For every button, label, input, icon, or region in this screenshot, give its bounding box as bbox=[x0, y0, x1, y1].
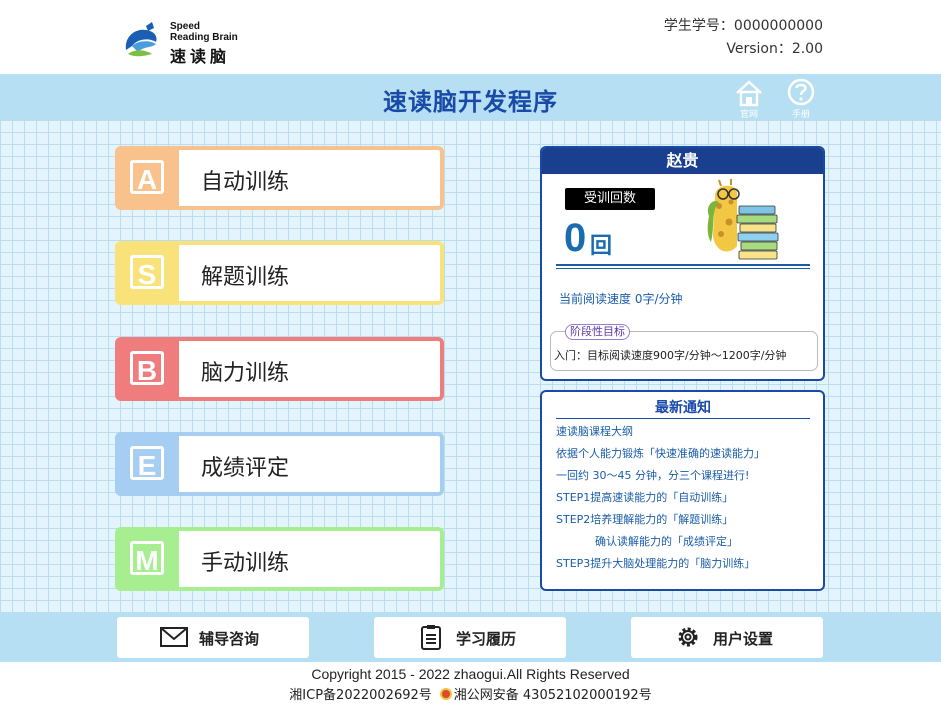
menu-separator bbox=[175, 531, 179, 587]
letter-e-icon: E bbox=[130, 446, 164, 481]
menu-label: 自动训练 bbox=[201, 170, 290, 195]
gear-icon bbox=[678, 627, 698, 647]
help-icon bbox=[787, 78, 815, 106]
mail-icon bbox=[160, 627, 188, 647]
letter-m-icon: M bbox=[130, 541, 164, 576]
logo-english-text: Speed Reading Brain bbox=[170, 21, 238, 43]
clipboard-icon bbox=[421, 625, 441, 650]
consult-label: 辅导咨询 bbox=[199, 630, 260, 648]
news-item[interactable]: 确认读解能力的「成绩评定」 bbox=[595, 533, 738, 549]
user-settings-button[interactable]: 用户设置 bbox=[631, 617, 823, 658]
menu-label: 成绩评定 bbox=[201, 456, 290, 481]
copyright-text: Copyright 2015 - 2022 zhaogui.All Rights… bbox=[311, 666, 630, 682]
letter-m-box: M bbox=[119, 531, 175, 587]
student-name: 赵贵 bbox=[542, 148, 823, 174]
icp-link[interactable]: 湘ICP备2022002692号 bbox=[289, 688, 431, 703]
help-caption: 手册 bbox=[791, 110, 810, 120]
giraffe-with-books-icon bbox=[707, 179, 779, 260]
training-count-unit: 回 bbox=[590, 234, 613, 259]
letter-b-icon: B bbox=[130, 351, 164, 386]
footer-registration: 湘ICP备2022002692号 湘公网安备 43052102000192号 bbox=[0, 684, 941, 703]
news-item[interactable]: 速读脑课程大纲 bbox=[556, 423, 633, 439]
official-site-button[interactable]: 官网 bbox=[729, 77, 769, 120]
problem-solving-training-button[interactable]: S 解题训练 bbox=[115, 241, 444, 305]
student-id: 学生学号：0000000000 bbox=[663, 18, 823, 34]
letter-e-box: E bbox=[119, 436, 175, 492]
menu-label: 脑力训练 bbox=[201, 361, 290, 386]
letter-b-box: B bbox=[119, 341, 175, 397]
bottom-toolbar: 辅导咨询 学习履历 用户设置 bbox=[0, 612, 941, 662]
profile-card: 赵贵 受训回数 0 回 当前阅读速度 0字/分钟 阶段性目标 入门：目标阅读速度… bbox=[540, 146, 825, 381]
police-badge-icon bbox=[439, 688, 452, 700]
brain-training-button[interactable]: B 脑力训练 bbox=[115, 337, 444, 401]
auto-training-button[interactable]: A 自动训练 bbox=[115, 146, 444, 210]
training-count-value: 0 bbox=[564, 216, 587, 260]
menu-label: 手动训练 bbox=[201, 551, 290, 576]
version-label: Version：2.00 bbox=[726, 41, 823, 57]
news-item[interactable]: STEP1提高速读能力的「自动训练」 bbox=[556, 489, 733, 505]
stage-goal-tag: 阶段性目标 bbox=[565, 324, 630, 340]
consult-button[interactable]: 辅导咨询 bbox=[117, 617, 309, 658]
learning-history-button[interactable]: 学习履历 bbox=[374, 617, 566, 658]
home-caption: 官网 bbox=[739, 110, 758, 120]
letter-a-box: A bbox=[119, 150, 175, 206]
top-header: Speed Reading Brain 速读脑 学生学号：0000000000 … bbox=[0, 0, 941, 74]
score-evaluation-button[interactable]: E 成绩评定 bbox=[115, 432, 444, 496]
letter-a-icon: A bbox=[130, 160, 164, 195]
menu-separator bbox=[175, 341, 179, 397]
police-record-link[interactable]: 湘公网安备 43052102000192号 bbox=[454, 688, 652, 703]
news-item[interactable]: STEP3提升大脑处理能力的「脑力训练」 bbox=[556, 555, 755, 571]
news-item[interactable]: 一回约 30～45 分钟，分三个课程进行! bbox=[556, 467, 749, 483]
divider bbox=[556, 264, 810, 269]
manual-button[interactable]: 手册 bbox=[781, 77, 821, 120]
news-title: 最新通知 bbox=[556, 397, 810, 419]
user-settings-label: 用户设置 bbox=[713, 630, 774, 648]
stage-goal-text: 入门：目标阅读速度900字/分钟～1200字/分钟 bbox=[554, 349, 787, 362]
menu-label: 解题训练 bbox=[201, 265, 290, 290]
menu-separator bbox=[175, 150, 179, 206]
news-card: 最新通知 速读脑课程大纲 依据个人能力锻炼「快速准确的速读能力」 一回约 30～… bbox=[540, 390, 825, 591]
manual-training-button[interactable]: M 手动训练 bbox=[115, 527, 444, 591]
brain-logo-icon bbox=[125, 22, 157, 57]
news-item[interactable]: 依据个人能力锻炼「快速准确的速读能力」 bbox=[556, 445, 765, 461]
title-band: 速读脑开发程序 官网 手册 bbox=[0, 74, 941, 120]
home-icon bbox=[736, 80, 762, 107]
menu-separator bbox=[175, 245, 179, 301]
speed-reading-brain-logo[interactable]: Speed Reading Brain 速读脑 bbox=[122, 16, 252, 66]
training-count-tag: 受训回数 bbox=[565, 188, 655, 210]
news-item[interactable]: STEP2培养理解能力的「解题训练」 bbox=[556, 511, 733, 527]
stage-goal-box: 阶段性目标 入门：目标阅读速度900字/分钟～1200字/分钟 bbox=[550, 324, 818, 371]
logo-chinese-text: 速读脑 bbox=[170, 47, 231, 66]
letter-s-box: S bbox=[119, 245, 175, 301]
letter-s-icon: S bbox=[130, 255, 164, 290]
learning-history-label: 学习履历 bbox=[456, 630, 517, 648]
menu-separator bbox=[175, 436, 179, 492]
current-reading-speed: 当前阅读速度 0字/分钟 bbox=[559, 292, 683, 306]
